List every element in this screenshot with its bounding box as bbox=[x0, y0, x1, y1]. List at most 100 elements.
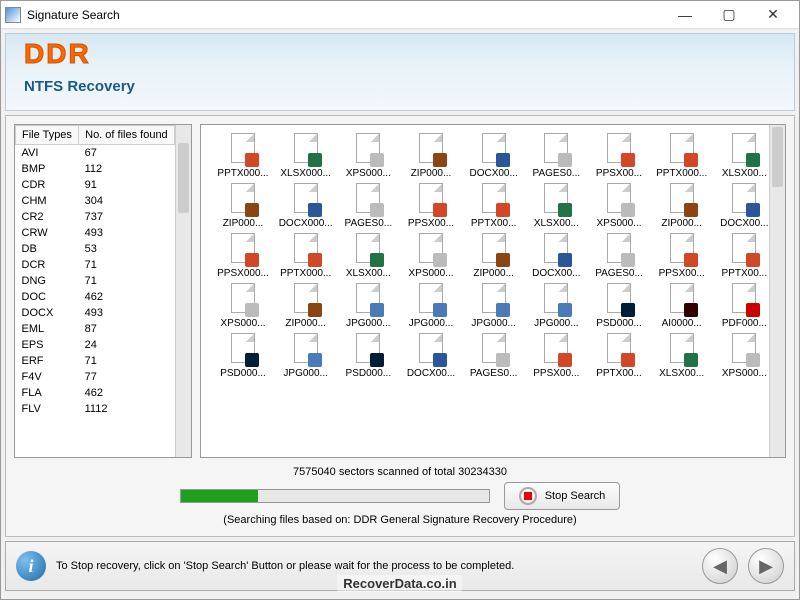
file-item[interactable]: JPG000... bbox=[528, 283, 584, 329]
file-item[interactable]: PAGES0... bbox=[591, 233, 647, 279]
file-item[interactable]: ZIP000... bbox=[403, 133, 459, 179]
maximize-button[interactable]: ▢ bbox=[707, 3, 751, 27]
file-label: XPS000... bbox=[408, 268, 453, 279]
left-scroll-thumb[interactable] bbox=[178, 143, 189, 213]
table-row[interactable]: DNG71 bbox=[16, 273, 175, 289]
file-label: JPG000... bbox=[534, 318, 578, 329]
file-item[interactable]: PPTX000... bbox=[215, 133, 271, 179]
file-item[interactable]: PPSX00... bbox=[528, 333, 584, 379]
file-item[interactable]: DOCX00... bbox=[403, 333, 459, 379]
file-item[interactable]: PPSX00... bbox=[654, 233, 710, 279]
file-item[interactable]: JPG000... bbox=[340, 283, 396, 329]
file-item[interactable]: AI0000... bbox=[654, 283, 710, 329]
file-item[interactable]: XLSX00... bbox=[340, 233, 396, 279]
file-item[interactable]: ZIP000... bbox=[654, 183, 710, 229]
file-item[interactable]: PAGES0... bbox=[340, 183, 396, 229]
doc-icon bbox=[558, 253, 572, 267]
table-row[interactable]: CRW493 bbox=[16, 225, 175, 241]
jpg-icon bbox=[308, 353, 322, 367]
file-icon bbox=[480, 233, 508, 265]
file-item[interactable]: DOCX000... bbox=[278, 183, 334, 229]
file-item[interactable]: DOCX00... bbox=[466, 133, 522, 179]
table-row[interactable]: ERF71 bbox=[16, 353, 175, 369]
left-scrollbar[interactable] bbox=[175, 125, 191, 457]
file-icon bbox=[354, 133, 382, 165]
file-item[interactable]: XPS000... bbox=[340, 133, 396, 179]
back-button[interactable]: ◀ bbox=[702, 548, 738, 584]
file-item[interactable]: XPS000... bbox=[591, 183, 647, 229]
cell-type: DB bbox=[16, 241, 79, 257]
col-file-types[interactable]: File Types bbox=[16, 126, 79, 145]
file-label: ZIP000... bbox=[223, 218, 264, 229]
table-row[interactable]: EML87 bbox=[16, 321, 175, 337]
table-row[interactable]: FLV1112 bbox=[16, 401, 175, 417]
table-row[interactable]: DOC462 bbox=[16, 289, 175, 305]
file-item[interactable]: PPTX00... bbox=[716, 233, 772, 279]
file-label: PPTX000... bbox=[217, 168, 268, 179]
stop-icon bbox=[519, 487, 537, 505]
file-item[interactable]: XLSX00... bbox=[716, 133, 772, 179]
cell-type: DOC bbox=[16, 289, 79, 305]
file-item[interactable]: DOCX00... bbox=[716, 183, 772, 229]
file-item[interactable]: XPS000... bbox=[403, 233, 459, 279]
file-icon bbox=[542, 133, 570, 165]
stop-search-button[interactable]: Stop Search bbox=[504, 482, 621, 510]
file-item[interactable]: PPTX000... bbox=[654, 133, 710, 179]
file-item[interactable]: JPG000... bbox=[403, 283, 459, 329]
forward-button[interactable]: ▶ bbox=[748, 548, 784, 584]
file-item[interactable]: XPS000... bbox=[215, 283, 271, 329]
file-item[interactable]: XLSX000... bbox=[278, 133, 334, 179]
cell-count: 1112 bbox=[79, 401, 175, 417]
file-item[interactable]: DOCX00... bbox=[528, 233, 584, 279]
table-row[interactable]: BMP112 bbox=[16, 161, 175, 177]
file-item[interactable]: PSD000... bbox=[591, 283, 647, 329]
table-row[interactable]: DCR71 bbox=[16, 257, 175, 273]
file-icon bbox=[292, 283, 320, 315]
file-item[interactable]: PPSX000... bbox=[215, 233, 271, 279]
table-row[interactable]: F4V77 bbox=[16, 369, 175, 385]
file-item[interactable]: PDF000... bbox=[716, 283, 772, 329]
xls-icon bbox=[308, 153, 322, 167]
file-item[interactable]: PPTX000... bbox=[278, 233, 334, 279]
file-item[interactable]: JPG000... bbox=[278, 333, 334, 379]
table-row[interactable]: CR2737 bbox=[16, 209, 175, 225]
right-scrollbar[interactable] bbox=[769, 125, 785, 457]
table-row[interactable]: CDR91 bbox=[16, 177, 175, 193]
file-item[interactable]: PPSX00... bbox=[591, 133, 647, 179]
file-item[interactable]: ZIP000... bbox=[215, 183, 271, 229]
col-files-found[interactable]: No. of files found bbox=[79, 126, 175, 145]
table-row[interactable]: FLA462 bbox=[16, 385, 175, 401]
window-title: Signature Search bbox=[27, 8, 663, 22]
subtitle: NTFS Recovery bbox=[24, 78, 135, 95]
table-row[interactable]: EPS24 bbox=[16, 337, 175, 353]
file-item[interactable]: PAGES0... bbox=[466, 333, 522, 379]
cell-type: CDR bbox=[16, 177, 79, 193]
file-item[interactable]: PPTX00... bbox=[591, 333, 647, 379]
file-item[interactable]: PSD000... bbox=[340, 333, 396, 379]
file-label: DOCX000... bbox=[279, 218, 333, 229]
table-row[interactable]: CHM304 bbox=[16, 193, 175, 209]
cell-type: FLA bbox=[16, 385, 79, 401]
file-item[interactable]: XPS000... bbox=[716, 333, 772, 379]
zip-icon bbox=[684, 203, 698, 217]
file-icon bbox=[605, 133, 633, 165]
close-button[interactable]: ✕ bbox=[751, 3, 795, 27]
blank-icon bbox=[496, 353, 510, 367]
file-item[interactable]: PPSX00... bbox=[403, 183, 459, 229]
xls-icon bbox=[370, 253, 384, 267]
table-row[interactable]: DOCX493 bbox=[16, 305, 175, 321]
right-scroll-thumb[interactable] bbox=[772, 127, 783, 187]
minimize-button[interactable]: — bbox=[663, 3, 707, 27]
file-item[interactable]: PAGES0... bbox=[528, 133, 584, 179]
file-item[interactable]: XLSX00... bbox=[528, 183, 584, 229]
table-row[interactable]: AVI67 bbox=[16, 145, 175, 162]
file-label: PPSX00... bbox=[659, 268, 705, 279]
file-item[interactable]: XLSX00... bbox=[654, 333, 710, 379]
ppt-icon bbox=[496, 203, 510, 217]
file-item[interactable]: JPG000... bbox=[466, 283, 522, 329]
file-item[interactable]: PPTX00... bbox=[466, 183, 522, 229]
table-row[interactable]: DB53 bbox=[16, 241, 175, 257]
file-item[interactable]: PSD000... bbox=[215, 333, 271, 379]
file-item[interactable]: ZIP000... bbox=[466, 233, 522, 279]
file-item[interactable]: ZIP000... bbox=[278, 283, 334, 329]
